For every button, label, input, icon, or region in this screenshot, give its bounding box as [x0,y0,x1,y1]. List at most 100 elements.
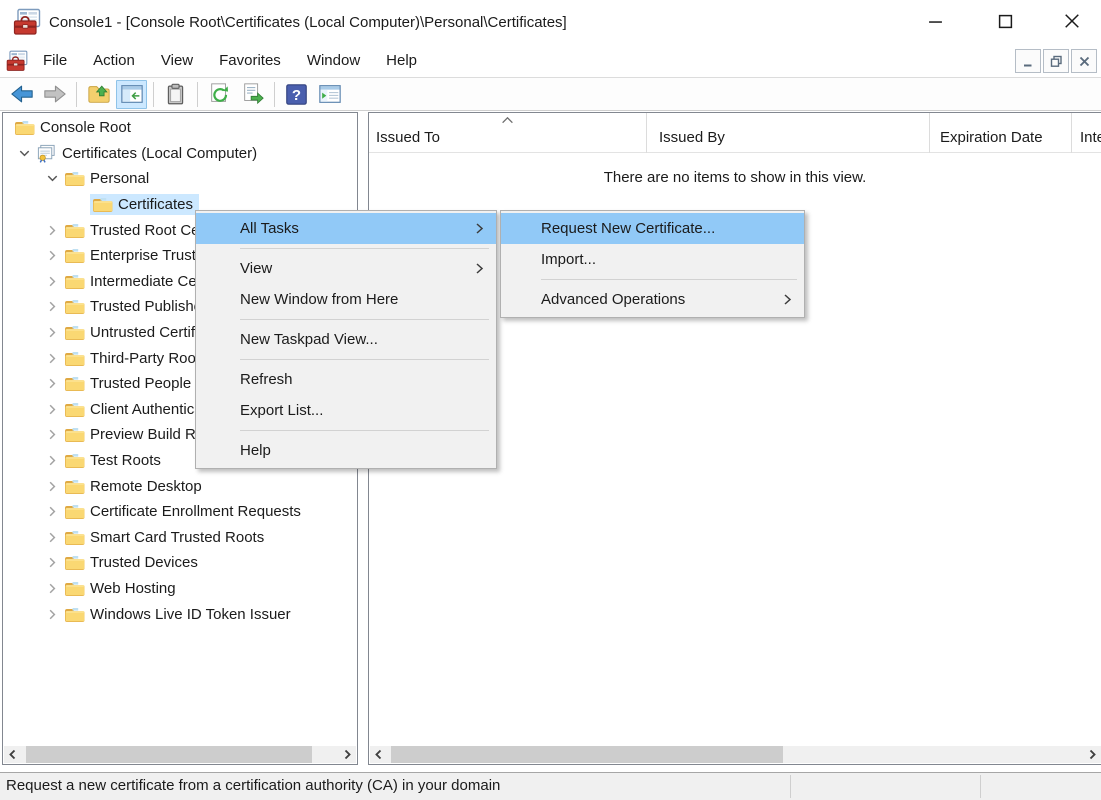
tree-item-body[interactable]: Windows Live ID Token Issuer [62,604,297,625]
clipboard-button[interactable] [160,80,191,109]
help-button[interactable]: ? [281,80,312,109]
title-bar: Console1 - [Console Root\Certificates (L… [0,0,1101,45]
mdi-restore-button[interactable] [1043,49,1069,73]
column-header-issued-by[interactable]: Issued By [647,113,930,153]
tree-item-certificates-local-computer[interactable]: Certificates (Local Computer) [4,141,356,167]
menu-item-label: Request New Certificate... [541,220,715,237]
scroll-left-icon[interactable] [4,746,21,763]
scrollbar-thumb[interactable] [391,746,783,763]
menu-items: FileActionViewFavoritesWindowHelp [30,45,430,77]
chevron-right-icon[interactable] [42,503,62,521]
chevron-right-icon[interactable] [42,426,62,444]
list-horizontal-scrollbar[interactable] [370,746,1101,763]
chevron-right-icon[interactable] [42,528,62,546]
list-column-headers: Issued ToIssued ByExpiration DateIntende… [369,113,1101,153]
export-list-button[interactable] [237,80,268,109]
show-console-tree-button[interactable] [116,80,147,109]
minimize-button[interactable] [905,2,965,40]
menu-item-new-window-from-here[interactable]: New Window from Here [196,284,496,315]
chevron-right-icon[interactable] [42,349,62,367]
tree-item-body[interactable]: Certificate Enrollment Requests [62,501,307,522]
menu-item-export-list[interactable]: Export List... [196,395,496,426]
column-header-intended-purposes[interactable]: Intended Purposes [1072,113,1101,153]
mdi-minimize-button[interactable] [1015,49,1041,73]
menu-item-request-new-certificate[interactable]: Request New Certificate... [501,213,804,244]
tree-item-label: Test Roots [90,452,161,469]
menu-item-view[interactable]: View [196,253,496,284]
menubar-item-help[interactable]: Help [373,45,430,77]
tree-item-body[interactable]: Remote Desktop [62,476,208,497]
tree-item-body[interactable]: Web Hosting [62,578,182,599]
tree-item-body[interactable]: Trusted Devices [62,552,204,573]
chevron-right-icon[interactable] [42,579,62,597]
new-console-window-button[interactable] [314,80,345,109]
tree-item-label: Certificate Enrollment Requests [90,503,301,520]
menu-item-import[interactable]: Import... [501,244,804,275]
tree-horizontal-scrollbar[interactable] [4,746,356,763]
menu-item-advanced-operations[interactable]: Advanced Operations [501,284,804,315]
submenu-arrow-icon [475,262,484,275]
tree-item-certificate-enrollment-requests[interactable]: Certificate Enrollment Requests [4,499,356,525]
menu-item-refresh[interactable]: Refresh [196,364,496,395]
forward-arrow-button[interactable] [39,80,70,109]
chevron-right-icon[interactable] [42,324,62,342]
tree-item-body[interactable]: Certificates [90,194,199,215]
menu-item-help[interactable]: Help [196,435,496,466]
mdi-close-button[interactable] [1071,49,1097,73]
mdi-restore-icon [1050,55,1063,68]
menubar-item-action[interactable]: Action [80,45,148,77]
tree-item-body[interactable]: Test Roots [62,450,167,471]
chevron-right-icon[interactable] [42,247,62,265]
column-header-expiration-date[interactable]: Expiration Date [930,113,1072,153]
tree-item-body[interactable]: Smart Card Trusted Roots [62,527,270,548]
tree-item-smart-card-trusted-roots[interactable]: Smart Card Trusted Roots [4,525,356,551]
scroll-right-icon[interactable] [339,746,356,763]
maximize-button[interactable] [975,2,1035,40]
chevron-right-icon[interactable] [42,375,62,393]
close-button[interactable] [1042,2,1101,40]
menubar-item-view[interactable]: View [148,45,206,77]
tree-item-body[interactable]: Enterprise Trust [62,245,202,266]
menubar-item-file[interactable]: File [30,45,80,77]
menu-item-label: Refresh [240,371,293,388]
chevron-down-icon[interactable] [42,170,62,188]
chevron-right-icon[interactable] [42,298,62,316]
scrollbar-thumb[interactable] [26,746,312,763]
chevron-right-icon[interactable] [42,221,62,239]
menu-item-new-taskpad-view[interactable]: New Taskpad View... [196,324,496,355]
up-one-level-button[interactable] [83,80,114,109]
chevron-down-icon[interactable] [14,144,34,162]
folder-icon [64,554,85,571]
tree-item-remote-desktop[interactable]: Remote Desktop [4,473,356,499]
mdi-window-controls [1015,49,1097,73]
tree-item-console-root[interactable]: Console Root [4,115,356,141]
menu-item-all-tasks[interactable]: All Tasks [196,213,496,244]
chevron-right-icon[interactable] [42,605,62,623]
tree-item-body[interactable]: Trusted People [62,373,197,394]
tree-item-windows-live-id-token-issuer[interactable]: Windows Live ID Token Issuer [4,601,356,627]
chevron-right-icon[interactable] [42,452,62,470]
menubar-item-favorites[interactable]: Favorites [206,45,294,77]
tree-item-trusted-devices[interactable]: Trusted Devices [4,550,356,576]
chevron-right-icon[interactable] [42,554,62,572]
tree-item-personal[interactable]: Personal [4,166,356,192]
column-header-issued-to[interactable]: Issued To [369,113,647,153]
tree-item-body[interactable]: Personal [62,168,155,189]
chevron-right-icon[interactable] [42,400,62,418]
scroll-left-icon[interactable] [370,746,387,763]
menu-separator [240,248,489,249]
scroll-right-icon[interactable] [1084,746,1101,763]
tree-item-body[interactable]: Console Root [12,117,137,138]
folder-icon [64,350,85,367]
refresh-button[interactable] [204,80,235,109]
menubar-item-window[interactable]: Window [294,45,373,77]
chevron-right-icon[interactable] [42,477,62,495]
mmc-app-icon-small [6,50,28,72]
tree-item-web-hosting[interactable]: Web Hosting [4,576,356,602]
tree-item-body[interactable]: Certificates (Local Computer) [34,143,263,164]
chevron-right-icon[interactable] [42,272,62,290]
tree-item-label: Smart Card Trusted Roots [90,529,264,546]
menu-bar: FileActionViewFavoritesWindowHelp [0,45,1101,78]
back-arrow-button[interactable] [6,80,37,109]
folder-icon [64,529,85,546]
